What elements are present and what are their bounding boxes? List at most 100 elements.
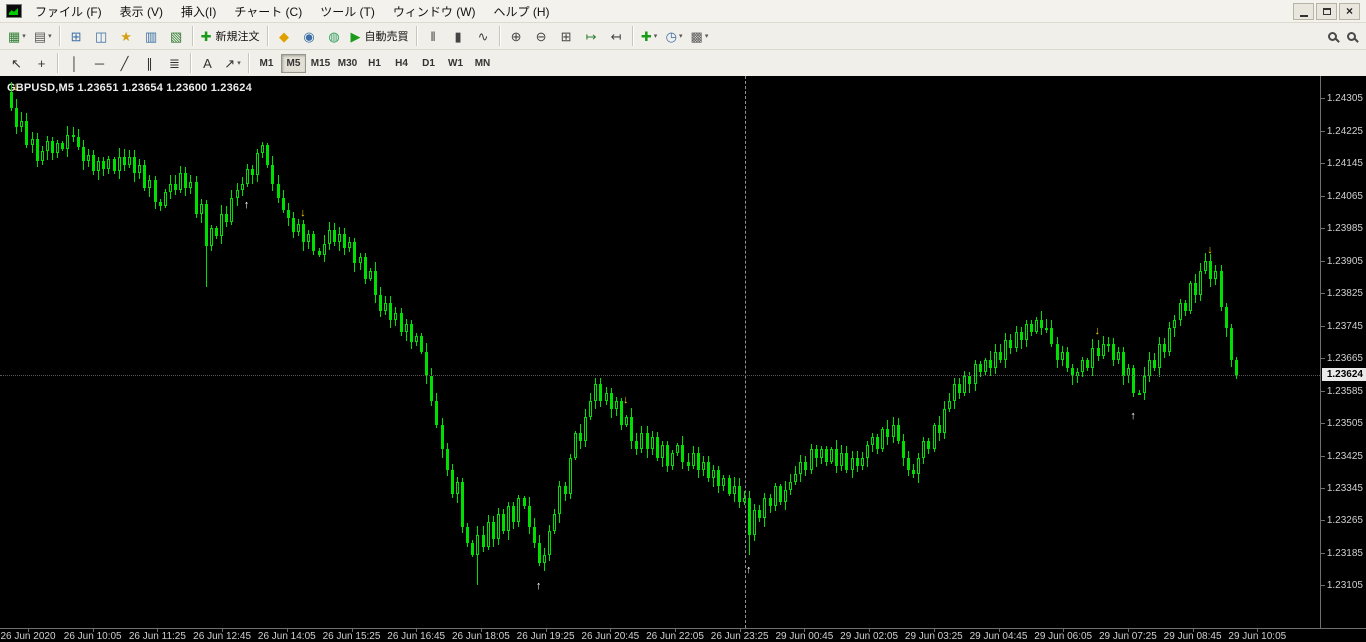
price-label: 1.23985 [1326,223,1363,235]
profiles-button[interactable]: ▤ ▾ [31,25,55,47]
signal-down-arrow-icon: ↓ [13,81,19,94]
timeframe-w1-button[interactable]: W1 [443,54,468,73]
menu-help[interactable]: ヘルプ (H) [485,0,559,23]
new-order-icon: ✚ [200,28,212,44]
time-axis[interactable]: 26 Jun 2020 26 Jun 10:05 26 Jun 11:25 26 Ju… [0,628,1366,642]
menu-file[interactable]: ファイル (F) [26,0,111,23]
menu-window[interactable]: ウィンドウ (W) [384,0,485,23]
indicators-button[interactable]: ✚ ▾ [638,25,661,47]
close-button[interactable]: × [1339,2,1360,20]
candle [773,485,777,507]
new-chart-button[interactable]: ▦ ▾ [5,25,29,47]
arrows-tool-dropdown-icon[interactable]: ▾ [237,59,241,67]
candle [727,477,731,495]
restore-button[interactable] [1316,2,1337,20]
auto-trading-button[interactable]: ▶ 自動売買 [348,25,412,47]
crosshair-button[interactable]: + [30,52,53,74]
timeframe-mn-button[interactable]: MN [470,54,495,73]
candle [1183,303,1187,312]
menu-tools[interactable]: ツール (T) [311,0,384,23]
market-watch-button[interactable]: ⊞ [65,25,88,47]
metaeditor-button[interactable]: ◆ [273,25,296,47]
terminal-icon: ▥ [144,28,158,44]
timeframe-m1-button[interactable]: M1 [254,54,279,73]
menu-view[interactable]: 表示 (V) [111,0,172,23]
price-label: 1.23265 [1326,515,1363,527]
data-window-button[interactable]: ◫ [90,25,113,47]
candle [701,461,705,470]
strategy-tester-button[interactable]: ▧ [165,25,188,47]
chart-plot[interactable]: GBPUSD,M5 1.23651 1.23654 1.23600 1.2362… [0,76,1320,628]
time-label: 26 Jun 10:05 [63,631,122,642]
periods-dropdown-icon[interactable]: ▾ [679,32,683,40]
templates-dropdown-icon[interactable]: ▾ [705,32,709,40]
zoom-out-button[interactable]: ⊖ [530,25,553,47]
periods-button[interactable]: ◷ ▾ [663,25,686,47]
candle [635,441,639,450]
indicators-dropdown-icon[interactable]: ▾ [654,32,658,40]
timeframe-m5-button[interactable]: M5 [281,53,306,73]
trendline-button[interactable]: ╱ [113,52,136,74]
lens-icon[interactable] [1347,31,1356,41]
new-chart-dropdown-icon[interactable]: ▾ [22,32,26,40]
candle [1178,303,1182,320]
horizontal-line-button[interactable]: ─ [88,52,111,74]
candle [1055,343,1059,361]
fibonacci-retracement-button[interactable]: ≣ [163,52,186,74]
toolbar-separator [190,53,192,73]
candle [189,181,193,188]
auto-scroll-button[interactable]: ↦ [580,25,603,47]
cursor-button[interactable]: ↖ [5,52,28,74]
profiles-dropdown-icon[interactable]: ▾ [48,32,52,40]
candle [322,244,326,255]
candle [1158,343,1161,369]
candle [1214,270,1218,279]
candle [660,445,664,458]
timeframe-m30-button[interactable]: M30 [335,54,360,73]
tile-windows-button[interactable]: ⊞ [555,25,578,47]
chart-candlesticks-button[interactable]: ▮ [447,25,470,47]
candle [527,506,531,527]
navigator-button[interactable]: ★ [115,25,138,47]
candle [666,445,669,466]
candle [840,453,844,466]
chart-bars-button[interactable]: ‖ [422,25,445,47]
candle [896,425,900,442]
price-label: 1.23185 [1326,547,1363,559]
candle [630,416,634,442]
timeframe-d1-button[interactable]: D1 [416,54,441,73]
mql5-community-button[interactable]: ◍ [323,25,346,47]
timeframe-m15-button[interactable]: M15 [308,54,333,73]
terminal-button[interactable]: ▥ [140,25,163,47]
timeframe-h4-button[interactable]: H4 [389,54,414,73]
candle [491,522,495,539]
zoom-in-button[interactable]: ⊕ [505,25,528,47]
candle [655,437,659,458]
candle [153,179,157,202]
experts-button[interactable]: ◉ [298,25,321,47]
candle [722,477,726,486]
candle [174,183,177,190]
price-label: 1.24225 [1326,125,1363,137]
new-order-button[interactable]: ✚ 新規注文 [198,25,263,47]
arrows-tool-button[interactable]: ↗ ▾ [221,52,244,74]
equidistant-channel-button[interactable]: ∥ [138,52,161,74]
price-axis[interactable]: 1.24305 1.24225 1.24145 1.24065 1.23985 1.239… [1320,76,1366,628]
candle [881,429,885,450]
candle [1029,323,1033,332]
candle [399,313,403,332]
search-icon[interactable] [1328,31,1337,41]
chart-shift-button[interactable]: ↤ [605,25,628,47]
candle [66,134,70,150]
period-separator-line [745,76,747,628]
chart-line-button[interactable]: ∿ [472,25,495,47]
vertical-line-button[interactable]: │ [63,52,86,74]
templates-button[interactable]: ▩ ▾ [688,25,712,47]
menu-charts[interactable]: チャート (C) [225,0,311,23]
text-label-button[interactable]: A [196,52,219,74]
minimize-button[interactable] [1293,2,1314,20]
timeframe-h1-button[interactable]: H1 [362,54,387,73]
price-label: 1.23825 [1326,288,1363,300]
menu-insert[interactable]: 挿入(I) [172,0,225,23]
tile-windows-icon: ⊞ [560,28,572,44]
